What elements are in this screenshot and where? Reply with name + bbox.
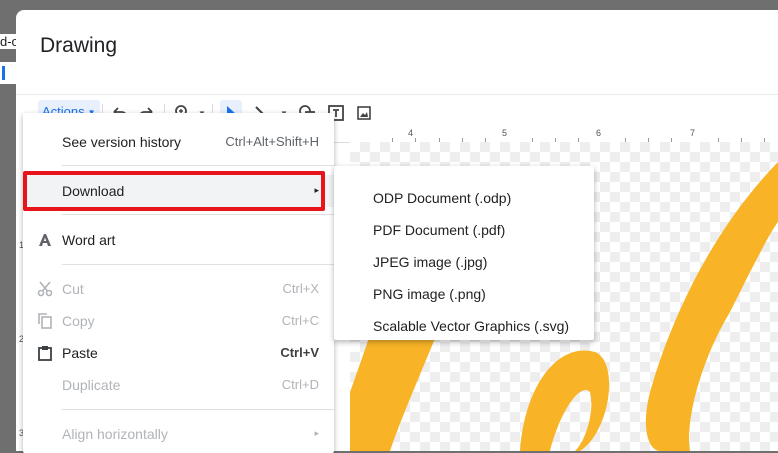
menu-item-shortcut: Ctrl+C bbox=[281, 313, 319, 328]
ruler-label: 4 bbox=[408, 128, 414, 138]
menu-item-shortcut: Ctrl+Alt+Shift+H bbox=[225, 134, 319, 149]
download-option-label: ODP Document (.odp) bbox=[373, 190, 512, 206]
menu-divider bbox=[62, 165, 334, 166]
menu-item-align-horizontally[interactable]: Align horizontally ▸ bbox=[23, 418, 334, 450]
menu-item-label: Copy bbox=[62, 313, 95, 329]
menu-item-download[interactable]: Download ▸ bbox=[23, 175, 334, 207]
menu-item-shortcut: Ctrl+D bbox=[281, 377, 319, 392]
download-jpg-option[interactable]: JPEG image (.jpg) bbox=[334, 246, 594, 278]
menu-item-shortcut: Ctrl+V bbox=[280, 345, 319, 360]
ruler-label: 5 bbox=[502, 128, 508, 138]
download-option-label: PNG image (.png) bbox=[373, 286, 486, 302]
download-svg-option[interactable]: Scalable Vector Graphics (.svg) bbox=[334, 310, 594, 342]
menu-item-label: Duplicate bbox=[62, 377, 121, 393]
menu-item-label: Paste bbox=[62, 345, 98, 361]
download-png-option[interactable]: PNG image (.png) bbox=[334, 278, 594, 310]
copy-icon bbox=[36, 312, 54, 330]
chevron-right-icon: ▸ bbox=[314, 428, 319, 438]
dialog-title: Drawing bbox=[40, 34, 118, 57]
scissors-icon bbox=[36, 280, 54, 298]
menu-item-cut[interactable]: Cut Ctrl+X bbox=[23, 273, 334, 305]
menu-item-label: Word art bbox=[62, 232, 116, 248]
menu-divider bbox=[62, 214, 334, 215]
ruler-label: 6 bbox=[596, 128, 602, 138]
menu-item-copy[interactable]: Copy Ctrl+C bbox=[23, 305, 334, 337]
download-option-label: Scalable Vector Graphics (.svg) bbox=[373, 318, 570, 334]
background-text-fragment: d-o bbox=[0, 34, 16, 49]
download-submenu: ODP Document (.odp) PDF Document (.pdf) … bbox=[334, 166, 594, 340]
download-option-label: JPEG image (.jpg) bbox=[373, 254, 488, 270]
chevron-right-icon: ▸ bbox=[314, 185, 319, 195]
download-pdf-option[interactable]: PDF Document (.pdf) bbox=[334, 214, 594, 246]
actions-menu: See version history Ctrl+Alt+Shift+H Dow… bbox=[23, 113, 334, 453]
menu-item-word-art[interactable]: Word art bbox=[23, 224, 334, 256]
menu-divider bbox=[62, 409, 334, 410]
menu-divider bbox=[62, 264, 334, 265]
background-document: d-o bbox=[0, 0, 16, 451]
menu-item-label: Download bbox=[62, 183, 125, 199]
menu-item-version-history[interactable]: See version history Ctrl+Alt+Shift+H bbox=[23, 126, 334, 158]
menu-item-label: See version history bbox=[62, 134, 182, 150]
image-icon[interactable] bbox=[354, 103, 374, 123]
menu-item-label: Align horizontally bbox=[62, 426, 168, 442]
menu-item-paste[interactable]: Paste Ctrl+V bbox=[23, 337, 334, 369]
background-cursor-fragment bbox=[0, 62, 16, 84]
menu-item-shortcut: Ctrl+X bbox=[282, 281, 319, 296]
download-option-label: PDF Document (.pdf) bbox=[373, 222, 506, 238]
download-odp-option[interactable]: ODP Document (.odp) bbox=[334, 182, 594, 214]
clipboard-icon bbox=[36, 344, 54, 362]
ruler-label: 7 bbox=[690, 128, 696, 138]
word-art-icon bbox=[36, 231, 54, 249]
menu-item-label: Cut bbox=[62, 281, 84, 297]
menu-item-duplicate[interactable]: Duplicate Ctrl+D bbox=[23, 369, 334, 401]
